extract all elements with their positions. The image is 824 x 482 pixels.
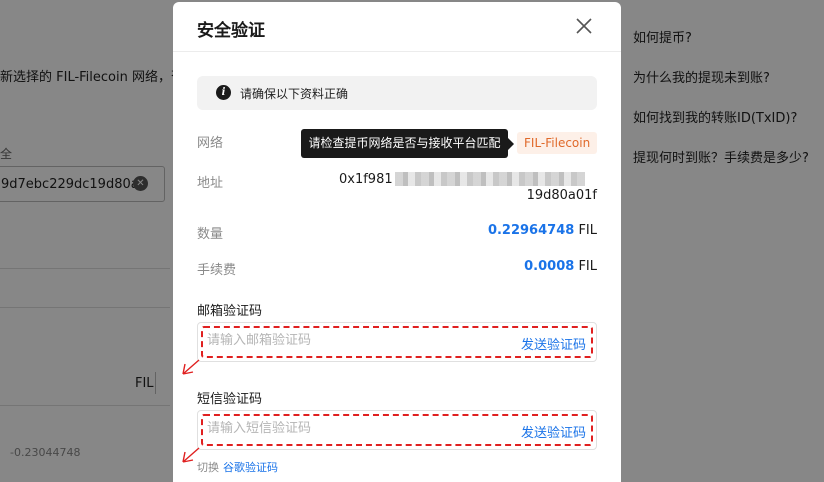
security-verification-modal: 安全验证 i 请确保以下资料正确 网络 请检查提币网络是否与接收平台匹配 FIL…: [173, 2, 621, 482]
address-label: 地址: [197, 176, 224, 191]
quantity-value: 0.22964748 FIL: [488, 223, 597, 238]
switch-verification: 切换 谷歌验证码: [197, 459, 278, 475]
info-icon: i: [216, 85, 231, 100]
fee-label: 手续费: [197, 263, 237, 278]
email-code-input[interactable]: [207, 333, 497, 348]
google-code-link[interactable]: 谷歌验证码: [223, 461, 278, 474]
quantity-unit: FIL: [578, 223, 597, 238]
network-badge: FIL-Filecoin: [517, 132, 598, 154]
sms-code-field[interactable]: 发送验证码: [197, 410, 597, 450]
sms-code-input[interactable]: [207, 421, 497, 436]
email-code-field[interactable]: 发送验证码: [197, 322, 597, 362]
sms-code-label: 短信验证码: [197, 392, 263, 407]
address-redacted: [395, 172, 585, 186]
confirm-notice: i 请确保以下资料正确: [197, 76, 597, 110]
modal-title: 安全验证: [197, 21, 265, 41]
close-button[interactable]: [574, 16, 594, 36]
address-value-start: 0x1f981: [339, 172, 393, 187]
quantity-label: 数量: [197, 227, 224, 242]
address-value-end: 19d80a01f: [526, 188, 597, 203]
switch-text: 切换: [197, 461, 219, 474]
quantity-amount: 0.22964748: [487, 223, 575, 238]
send-email-code-button[interactable]: 发送验证码: [521, 334, 586, 353]
email-code-label: 邮箱验证码: [197, 304, 263, 319]
network-tooltip: 请检查提币网络是否与接收平台匹配: [301, 129, 514, 158]
notice-text: 请确保以下资料正确: [240, 87, 349, 101]
close-icon: [576, 18, 592, 34]
fee-value: 0.0008 FIL: [524, 259, 597, 274]
pointer-arrow-icon: [182, 359, 200, 375]
modal-header: 安全验证: [173, 2, 621, 52]
network-label: 网络: [197, 136, 224, 151]
send-sms-code-button[interactable]: 发送验证码: [521, 422, 586, 441]
fee-unit: FIL: [578, 259, 597, 274]
fee-amount: 0.0008: [524, 259, 575, 274]
